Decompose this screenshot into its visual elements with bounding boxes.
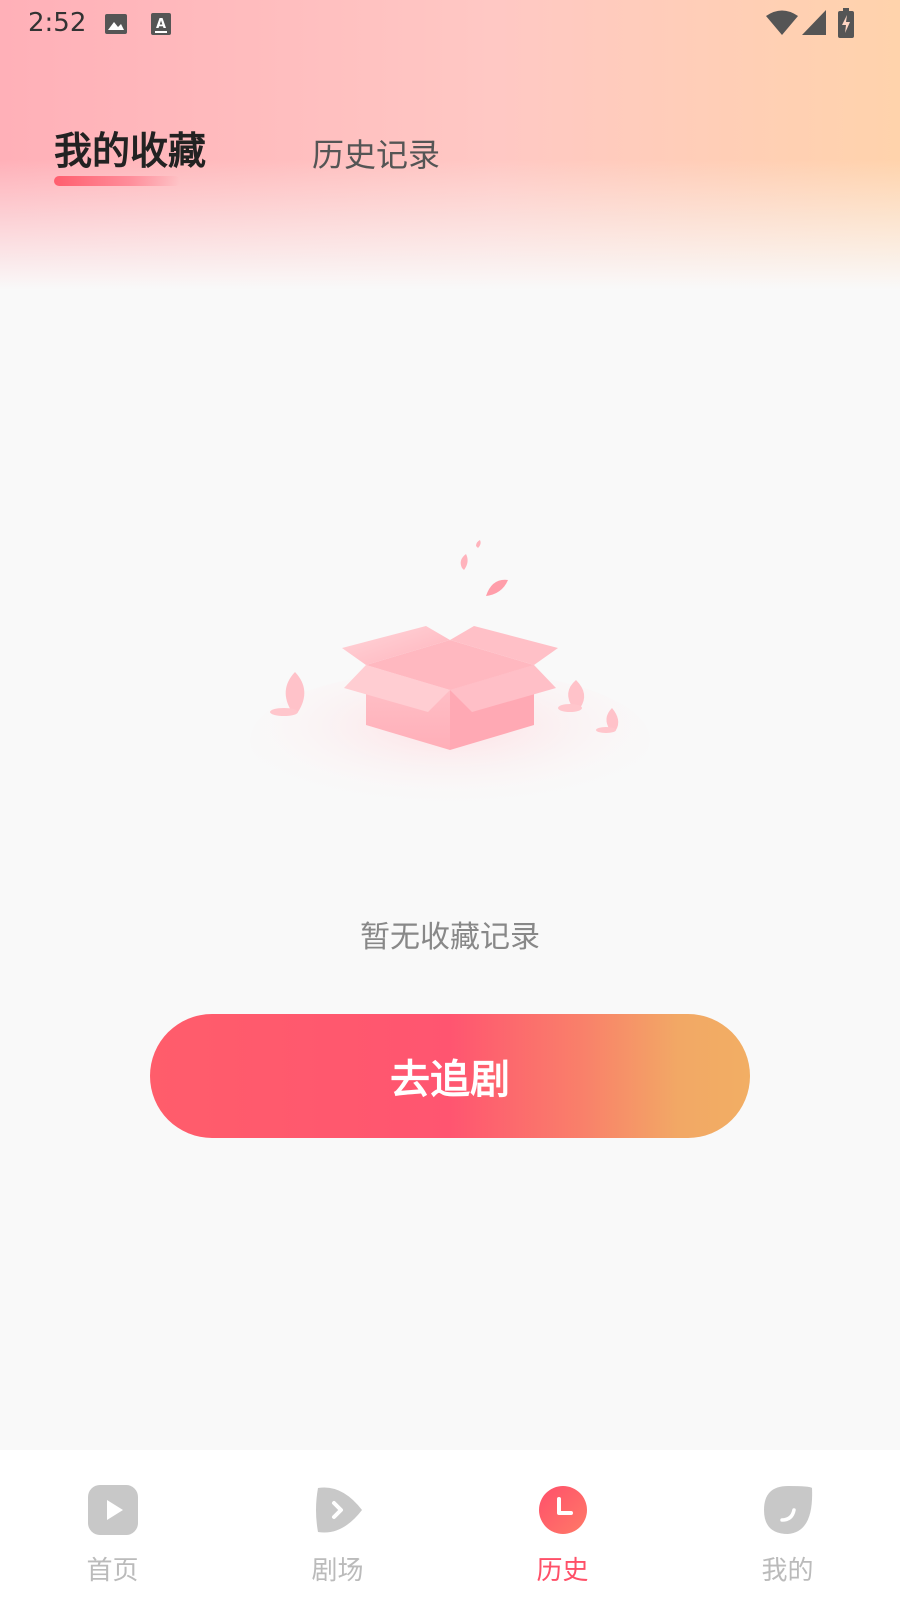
profile-face-icon: [764, 1486, 813, 1534]
status-bar: 2:52 A: [0, 0, 900, 48]
battery-charging-icon: [838, 8, 854, 38]
text-a-icon: A: [151, 13, 171, 35]
nav-item-home[interactable]: 首页: [0, 1450, 225, 1600]
play-square-icon: [88, 1485, 138, 1535]
tab-history-records[interactable]: 历史记录: [312, 130, 440, 176]
status-time: 2:52: [28, 8, 87, 38]
nav-label-theater: 剧场: [311, 1556, 364, 1586]
tab-favorites[interactable]: 我的收藏: [54, 120, 206, 175]
go-watch-drama-button[interactable]: 去追剧: [150, 1014, 750, 1138]
wifi-icon: [766, 10, 798, 35]
bottom-navigation: 首页 剧场 历史 我的: [0, 1450, 900, 1600]
tab-bar: 我的收藏 历史记录: [0, 120, 900, 200]
open-box-icon: [250, 540, 650, 810]
active-tab-indicator: [54, 176, 180, 186]
nav-label-history: 历史: [536, 1556, 589, 1586]
nav-item-profile[interactable]: 我的: [675, 1450, 900, 1600]
empty-state-message: 暂无收藏记录: [360, 920, 540, 955]
theater-play-icon: [316, 1487, 362, 1533]
nav-label-profile: 我的: [761, 1556, 814, 1586]
image-icon: [105, 14, 127, 34]
nav-label-home: 首页: [86, 1556, 139, 1586]
signal-icon: [802, 10, 826, 35]
svg-text:A: A: [156, 17, 166, 32]
nav-item-history[interactable]: 历史: [450, 1450, 675, 1600]
nav-item-theater[interactable]: 剧场: [225, 1450, 450, 1600]
clock-icon: [539, 1486, 587, 1534]
